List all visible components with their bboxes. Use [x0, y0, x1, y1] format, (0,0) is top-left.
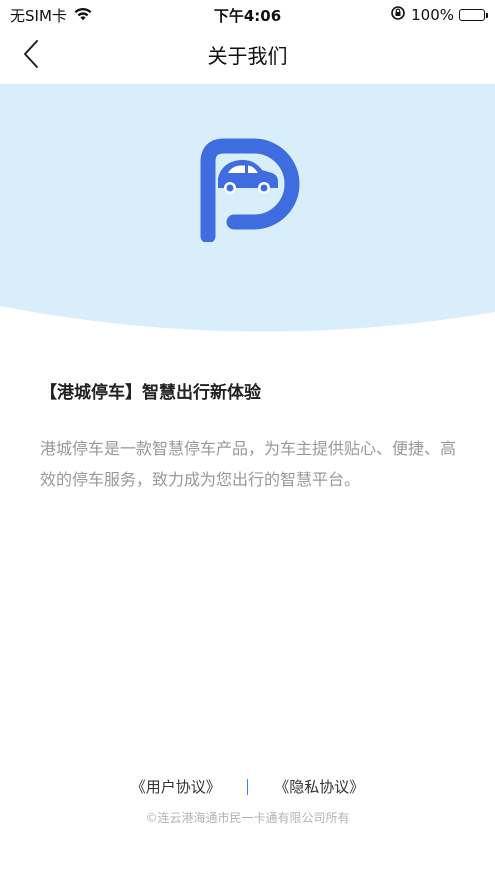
- footer-links: 《用户协议》 《隐私协议》: [0, 776, 495, 797]
- intro-section: 【港城停车】智慧出行新体验 港城停车是一款智慧停车产品，为车主提供贴心、便捷、高…: [40, 378, 460, 495]
- intro-heading: 【港城停车】智慧出行新体验: [40, 383, 261, 403]
- footer: 《用户协议》 《隐私协议》 ©连云港海通市民一卡通有限公司所有: [0, 776, 495, 826]
- hero-banner: [0, 84, 495, 334]
- status-right: 100%: [390, 5, 488, 25]
- nav-bar: 关于我们: [0, 28, 495, 84]
- battery-label: 100%: [411, 6, 454, 24]
- orientation-lock-icon: [390, 5, 406, 25]
- privacy-agreement-link[interactable]: 《隐私协议》: [270, 776, 368, 797]
- intro-body: 港城停车是一款智慧停车产品，为车主提供贴心、便捷、高效的停车服务，致力成为您出行…: [40, 439, 457, 489]
- page-title: 关于我们: [207, 44, 288, 68]
- copyright-text: ©连云港海通市民一卡通有限公司所有: [145, 811, 350, 825]
- status-bar: 无SIM卡 下午4:06 100%: [0, 0, 495, 28]
- user-agreement-link[interactable]: 《用户协议》: [127, 776, 225, 797]
- footer-divider: [246, 778, 249, 795]
- app-logo-icon: [200, 138, 300, 242]
- battery-icon: [459, 9, 488, 21]
